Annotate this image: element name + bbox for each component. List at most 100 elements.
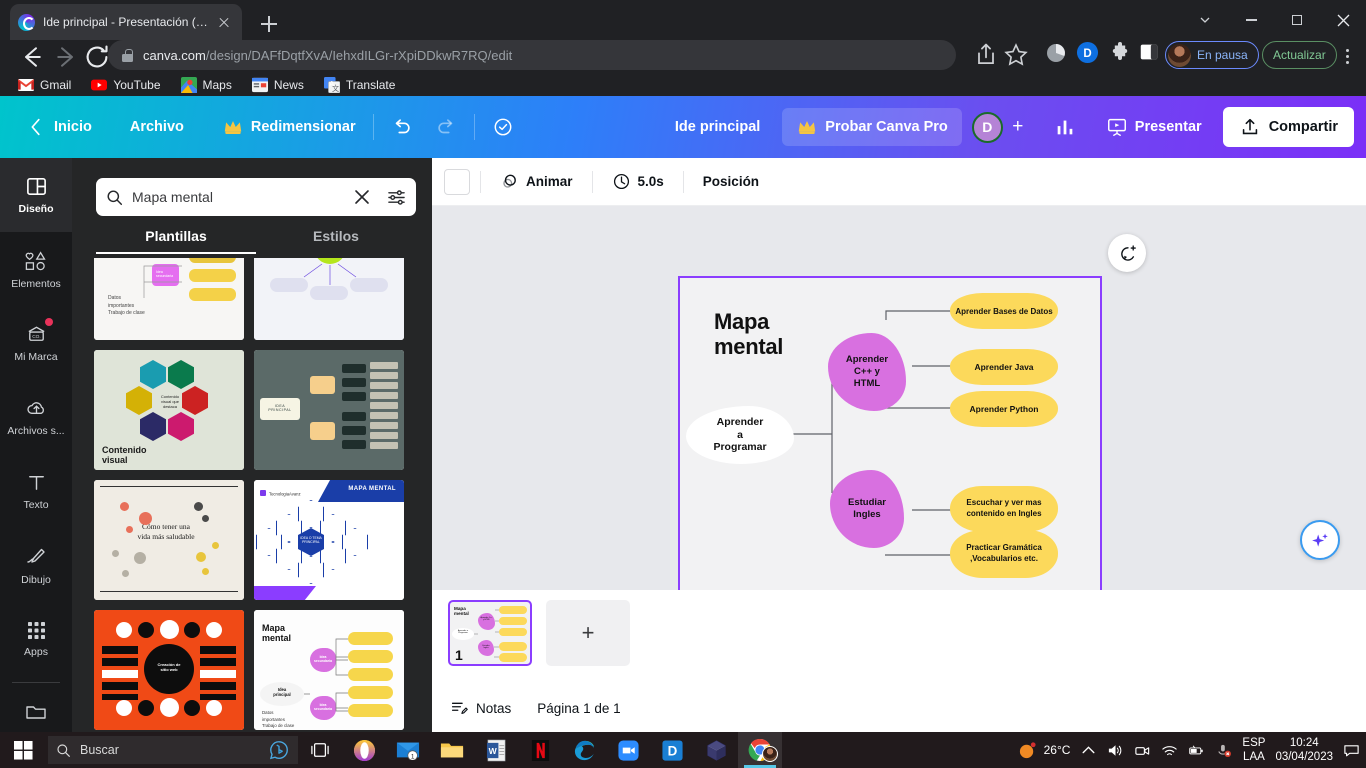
sidebar-item-diseno[interactable]: Diseño	[0, 158, 72, 232]
chevron-down-icon[interactable]	[1182, 0, 1228, 40]
browser-tab[interactable]: Ide principal - Presentación (4:3)	[10, 4, 242, 40]
address-bar[interactable]: canva.com/design/DAFfDqtfXvA/IehxdILGr-r…	[108, 40, 956, 70]
word-icon[interactable]: W	[474, 732, 518, 768]
document-title[interactable]: Ide principal	[675, 119, 760, 135]
edge-icon[interactable]	[562, 732, 606, 768]
dashlane-icon[interactable]: D	[650, 732, 694, 768]
template-card[interactable]: Mapa mental Idea principal Idea secundaria …	[254, 610, 404, 730]
template-results[interactable]: principal Ideasecundaria Datosimportante…	[94, 258, 424, 732]
mail-icon[interactable]: 1	[386, 732, 430, 768]
virtualbox-icon[interactable]	[694, 732, 738, 768]
pie-extension-icon[interactable]	[1044, 41, 1072, 69]
bookmark-gmail[interactable]: Gmail	[10, 74, 79, 96]
share-button[interactable]: Compartir	[1222, 107, 1354, 147]
sidebar-item-dibujo[interactable]: Dibujo	[0, 528, 72, 602]
mindmap-leaf-node[interactable]: Aprender Python	[950, 391, 1058, 427]
clear-x-icon[interactable]	[354, 189, 370, 205]
wifi-icon[interactable]	[1161, 742, 1178, 759]
template-card[interactable]: MAPA MENTAL TecnologiaAvanz IDEA O TEMA P…	[254, 480, 404, 600]
page-thumbnail[interactable]: Mapa mental Aprender a Programar Aprender …	[448, 600, 532, 666]
battery-icon[interactable]	[1188, 742, 1205, 759]
minimize-icon[interactable]	[1228, 0, 1274, 40]
sidepanel-icon[interactable]	[1138, 41, 1166, 69]
magic-assistant-button[interactable]	[1300, 520, 1340, 560]
filter-sliders-icon[interactable]	[387, 189, 406, 206]
close-window-icon[interactable]	[1320, 0, 1366, 40]
sidebar-item-mi-marca[interactable]: CO. Mi Marca	[0, 306, 72, 380]
mindmap-root-node[interactable]: Aprender a Programar	[686, 406, 794, 464]
back-to-home-button[interactable]: Inicio	[14, 109, 103, 145]
notification-icon[interactable]	[1343, 742, 1360, 759]
file-explorer-icon[interactable]	[430, 732, 474, 768]
mindmap-leaf-node[interactable]: Aprender Java	[950, 349, 1058, 385]
back-arrow-icon[interactable]	[16, 42, 48, 74]
present-button[interactable]: Presentar	[1095, 109, 1213, 145]
position-button[interactable]: Posición	[694, 168, 768, 195]
netflix-icon[interactable]	[518, 732, 562, 768]
mindmap-leaf-node[interactable]: Escuchar y ver mas contenido en Ingles	[950, 486, 1058, 532]
bing-chat-icon[interactable]	[268, 739, 290, 761]
sidebar-item-apps[interactable]: Apps	[0, 602, 72, 676]
update-button[interactable]: Actualizar	[1262, 41, 1337, 69]
insights-button[interactable]	[1043, 109, 1087, 145]
mindmap-leaf-node[interactable]: Practicar Gramática ,Vocabularios etc.	[950, 530, 1058, 578]
undo-button[interactable]	[380, 109, 424, 145]
zoom-icon[interactable]	[606, 732, 650, 768]
add-comment-button[interactable]	[1108, 234, 1146, 272]
close-icon[interactable]	[214, 12, 234, 32]
language-indicator[interactable]: ESP LAA	[1242, 736, 1265, 765]
animate-button[interactable]: Animar	[491, 166, 582, 197]
weather-widget[interactable]: 26°C	[1018, 741, 1071, 760]
avatar	[762, 746, 778, 762]
template-card[interactable]: principal Ideasecundaria Datosimportante…	[94, 258, 244, 340]
page-counter[interactable]: Página 1 de 1	[537, 701, 620, 716]
chrome-icon[interactable]	[738, 732, 782, 768]
collaborator-avatar[interactable]: D	[971, 111, 1003, 143]
maximize-icon[interactable]	[1274, 0, 1320, 40]
template-card[interactable]: Cómo tener una vida más saludable	[94, 480, 244, 600]
camera-icon[interactable]	[1134, 742, 1151, 759]
volume-icon[interactable]	[1107, 742, 1124, 759]
share-icon[interactable]	[972, 41, 1000, 69]
template-card[interactable]: Creación de sitio web	[94, 610, 244, 730]
add-page-button[interactable]: +	[546, 600, 630, 666]
sidebar-item-elementos[interactable]: Elementos	[0, 232, 72, 306]
show-hidden-icons[interactable]	[1080, 742, 1097, 759]
bookmark-news[interactable]: News	[244, 74, 312, 96]
taskbar-search-input[interactable]: Buscar	[48, 736, 298, 764]
sidebar-item-archivos-subidos[interactable]: Archivos s...	[0, 380, 72, 454]
windows-start-icon[interactable]	[0, 732, 46, 768]
template-card[interactable]: IDEA PRINCIPAL	[254, 350, 404, 470]
mindmap-leaf-node[interactable]: Aprender Bases de Datos	[950, 293, 1058, 329]
try-canva-pro-button[interactable]: Probar Canva Pro	[782, 108, 962, 146]
add-collaborator-button[interactable]: +	[1003, 112, 1033, 142]
tab-plantillas[interactable]: Plantillas	[96, 228, 256, 254]
kebab-menu-icon[interactable]	[1336, 41, 1358, 69]
sidebar-item-folder[interactable]	[0, 689, 72, 735]
new-tab-icon[interactable]	[255, 10, 283, 38]
clock[interactable]: 10:24 03/04/2023	[1275, 736, 1333, 765]
notes-button[interactable]: Notas	[450, 699, 511, 718]
template-card[interactable]: Contenido visual que destaca Contenido visu…	[94, 350, 244, 470]
bookmark-star-icon[interactable]	[1002, 41, 1030, 69]
search-input[interactable]: Mapa mental	[96, 178, 416, 216]
file-menu-button[interactable]: Archivo	[119, 112, 195, 142]
puzzle-extension-icon[interactable]	[1108, 41, 1136, 69]
profile-button[interactable]: En pausa	[1165, 41, 1259, 69]
task-view-icon[interactable]	[298, 732, 342, 768]
weather-temp: 26°C	[1043, 743, 1071, 757]
design-page[interactable]: Mapa mental Aprender a Programar Aprende…	[678, 276, 1102, 596]
tab-estilos[interactable]: Estilos	[256, 228, 416, 254]
cloud-saved-button[interactable]	[481, 109, 525, 145]
bookmark-youtube[interactable]: YouTube	[83, 74, 168, 96]
mic-muted-icon[interactable]	[1215, 742, 1232, 759]
opera-icon[interactable]	[342, 732, 386, 768]
dashlane-icon[interactable]: D	[1076, 41, 1104, 69]
resize-button[interactable]: Redimensionar	[211, 109, 367, 145]
bookmark-translate[interactable]: A文 Translate	[316, 74, 404, 96]
sidebar-item-texto[interactable]: Texto	[0, 454, 72, 528]
bookmark-maps[interactable]: Maps	[173, 74, 240, 96]
duration-button[interactable]: 5.0s	[603, 166, 673, 197]
color-swatch-button[interactable]	[444, 168, 470, 195]
template-card[interactable]: IDEA O TEMAPRINCIPAL	[254, 258, 404, 340]
